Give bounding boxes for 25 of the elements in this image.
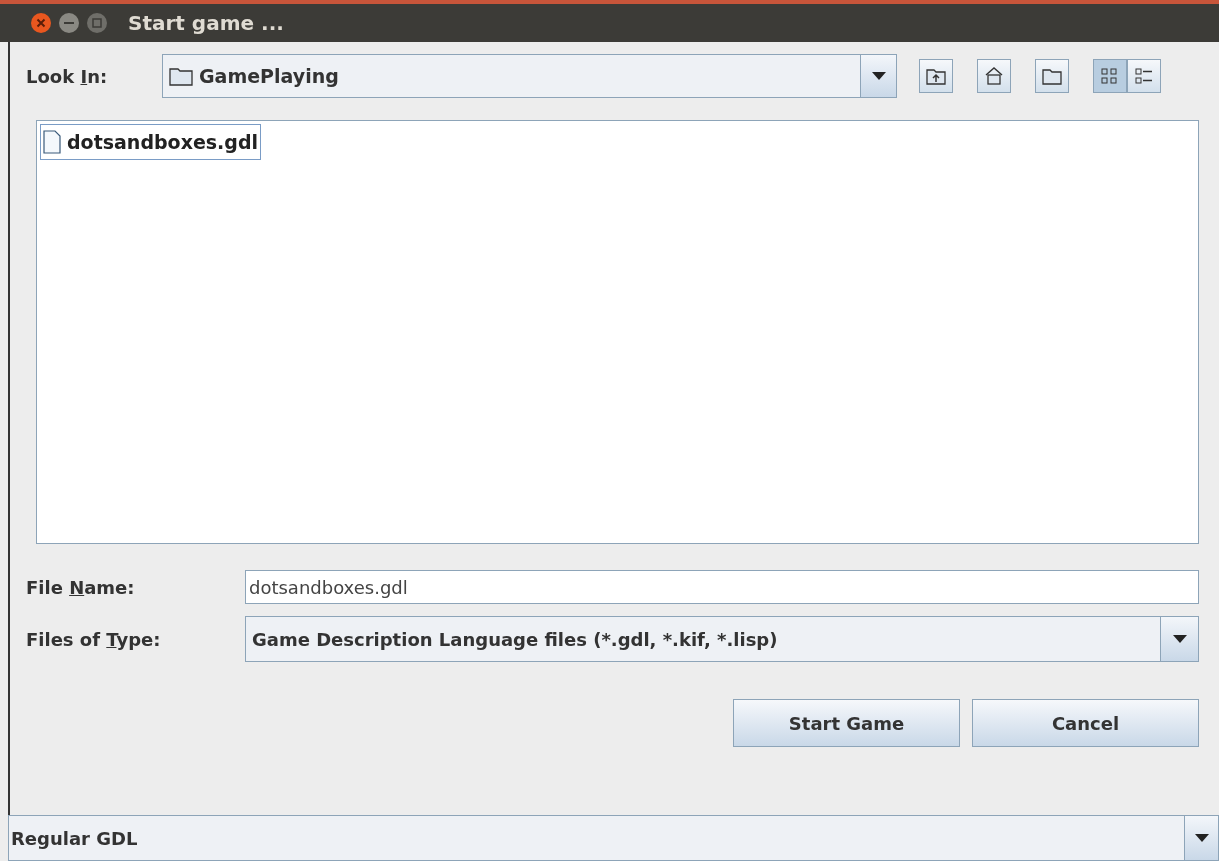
window-title: Start game ... (128, 10, 284, 37)
gdl-variant-dropdown[interactable]: Regular GDL (8, 815, 1219, 861)
toolbar-button[interactable] (1035, 59, 1069, 93)
caret-icon (1194, 834, 1209, 842)
folder-icon (169, 66, 193, 86)
view-toggle-button[interactable] (1127, 59, 1161, 93)
file-icon (43, 130, 61, 154)
view-toggle-button[interactable] (1093, 59, 1127, 93)
look-in-label: Look In: (25, 64, 109, 89)
minimize-icon[interactable] (58, 12, 80, 34)
details-view-icon (1133, 65, 1155, 87)
file-type-label: Files of Type: (25, 627, 162, 652)
toolbar-button[interactable] (977, 59, 1011, 93)
home-icon (983, 65, 1005, 87)
close-icon[interactable] (30, 12, 52, 34)
file-name-label: File Name: (25, 575, 136, 600)
cancel-button[interactable]: Cancel (972, 699, 1199, 747)
toolbar-button[interactable] (919, 59, 953, 93)
start-game-button[interactable]: Start Game (733, 699, 960, 747)
file-name-field[interactable]: dotsandboxes.gdl (245, 570, 1199, 604)
file-type-dropdown[interactable]: Game Description Language files (*.gdl, *.kif, *.lisp) (245, 616, 1199, 662)
caret-icon (1172, 635, 1187, 643)
caret-icon (871, 72, 886, 80)
look-in-dropdown[interactable]: GamePlaying (162, 54, 897, 98)
file-item[interactable]: dotsandboxes.gdl (40, 124, 262, 160)
